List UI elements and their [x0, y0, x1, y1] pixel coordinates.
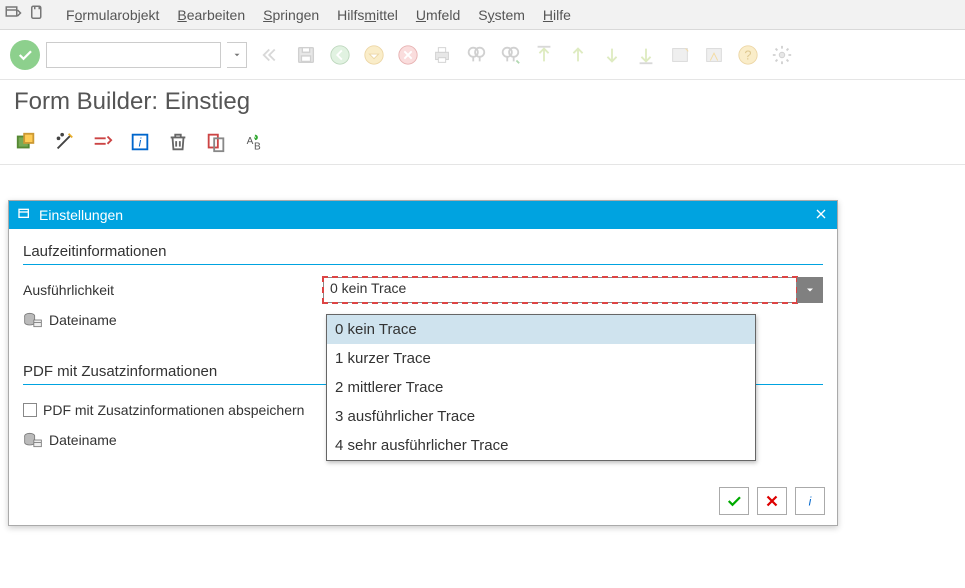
menu-hilfe[interactable]: Hilfe: [543, 7, 571, 23]
menu-springen[interactable]: Springen: [263, 7, 319, 23]
menu-system[interactable]: System: [478, 7, 525, 23]
dialog-close-button[interactable]: [813, 206, 829, 225]
verbosity-value[interactable]: 0 kein Trace: [323, 277, 797, 303]
dialog-icon: [17, 206, 33, 225]
menu-bearbeiten[interactable]: Bearbeiten: [177, 7, 245, 23]
label-pdf-extra: PDF mit Zusatzinformationen abspeichern: [43, 402, 304, 418]
label-filename-1: Dateiname: [49, 312, 117, 328]
settings-icon[interactable]: [769, 42, 795, 68]
dropdown-option[interactable]: 0 kein Trace: [327, 315, 755, 344]
file-db-icon: [23, 311, 43, 329]
file-db-icon-2: [23, 431, 43, 449]
new-session-icon[interactable]: [667, 42, 693, 68]
label-filename-2: Dateiname: [49, 432, 117, 448]
label-verbosity: Ausführlichkeit: [23, 282, 313, 298]
verbosity-dropdown-list[interactable]: 0 kein Trace 1 kurzer Trace 2 mittlerer …: [326, 314, 756, 461]
dropdown-option[interactable]: 2 mittlerer Trace: [327, 373, 755, 402]
copy-icon[interactable]: [204, 130, 228, 154]
dialog-titlebar: Einstellungen: [9, 201, 837, 229]
svg-text:B: B: [254, 141, 261, 152]
sub-toolbar: i AB: [0, 126, 965, 165]
next-page-icon[interactable]: [599, 42, 625, 68]
translate-icon[interactable]: AB: [242, 130, 266, 154]
pdf-extra-checkbox[interactable]: [23, 403, 37, 417]
transaction-icon[interactable]: [28, 4, 46, 25]
dropdown-option[interactable]: 3 ausführlicher Trace: [327, 402, 755, 431]
verbosity-drop-button[interactable]: [797, 277, 823, 303]
shortcut-icon[interactable]: [701, 42, 727, 68]
prev-page-icon[interactable]: [565, 42, 591, 68]
wizard-icon[interactable]: [52, 130, 76, 154]
menubar: Formularobjekt Bearbeiten Springen Hilfs…: [0, 0, 965, 30]
dropdown-option[interactable]: 4 sehr ausführlicher Trace: [327, 431, 755, 460]
info-button[interactable]: i: [795, 487, 825, 515]
ok-button[interactable]: [719, 487, 749, 515]
main-toolbar: ?: [0, 30, 965, 80]
svg-text:A: A: [247, 136, 254, 147]
delete-icon[interactable]: [166, 130, 190, 154]
first-page-icon[interactable]: [531, 42, 557, 68]
find-icon[interactable]: [463, 42, 489, 68]
menu-umfeld[interactable]: Umfeld: [416, 7, 460, 23]
menu-hilfsmittel[interactable]: Hilfsmittel: [337, 7, 398, 23]
back-circle-icon[interactable]: [327, 42, 353, 68]
svg-text:?: ?: [744, 47, 751, 62]
cancel-button[interactable]: [757, 487, 787, 515]
enter-button[interactable]: [10, 40, 40, 70]
save-icon[interactable]: [293, 42, 319, 68]
print-icon[interactable]: [429, 42, 455, 68]
last-page-icon[interactable]: [633, 42, 659, 68]
menu-formularobjekt[interactable]: Formularobjekt: [66, 7, 159, 23]
window-menu-icon[interactable]: [4, 4, 22, 25]
exit-circle-icon[interactable]: [361, 42, 387, 68]
dialog-footer: i: [9, 477, 837, 525]
page-title: Form Builder: Einstieg: [0, 80, 965, 126]
command-field[interactable]: [46, 42, 221, 68]
dropdown-option[interactable]: 1 kurzer Trace: [327, 344, 755, 373]
svg-text:i: i: [809, 495, 812, 509]
group-runtime-title: Laufzeitinformationen: [23, 243, 823, 265]
verbosity-combobox[interactable]: 0 kein Trace: [323, 277, 823, 303]
check-icon[interactable]: [90, 130, 114, 154]
display-icon[interactable]: [14, 130, 38, 154]
find-next-icon[interactable]: [497, 42, 523, 68]
svg-text:i: i: [139, 136, 142, 150]
cancel-circle-icon[interactable]: [395, 42, 421, 68]
menu-items: Formularobjekt Bearbeiten Springen Hilfs…: [66, 7, 571, 23]
back-icon[interactable]: [259, 42, 285, 68]
help-icon[interactable]: ?: [735, 42, 761, 68]
info-icon[interactable]: i: [128, 130, 152, 154]
command-dropdown[interactable]: [227, 42, 247, 68]
dialog-title: Einstellungen: [39, 207, 123, 223]
